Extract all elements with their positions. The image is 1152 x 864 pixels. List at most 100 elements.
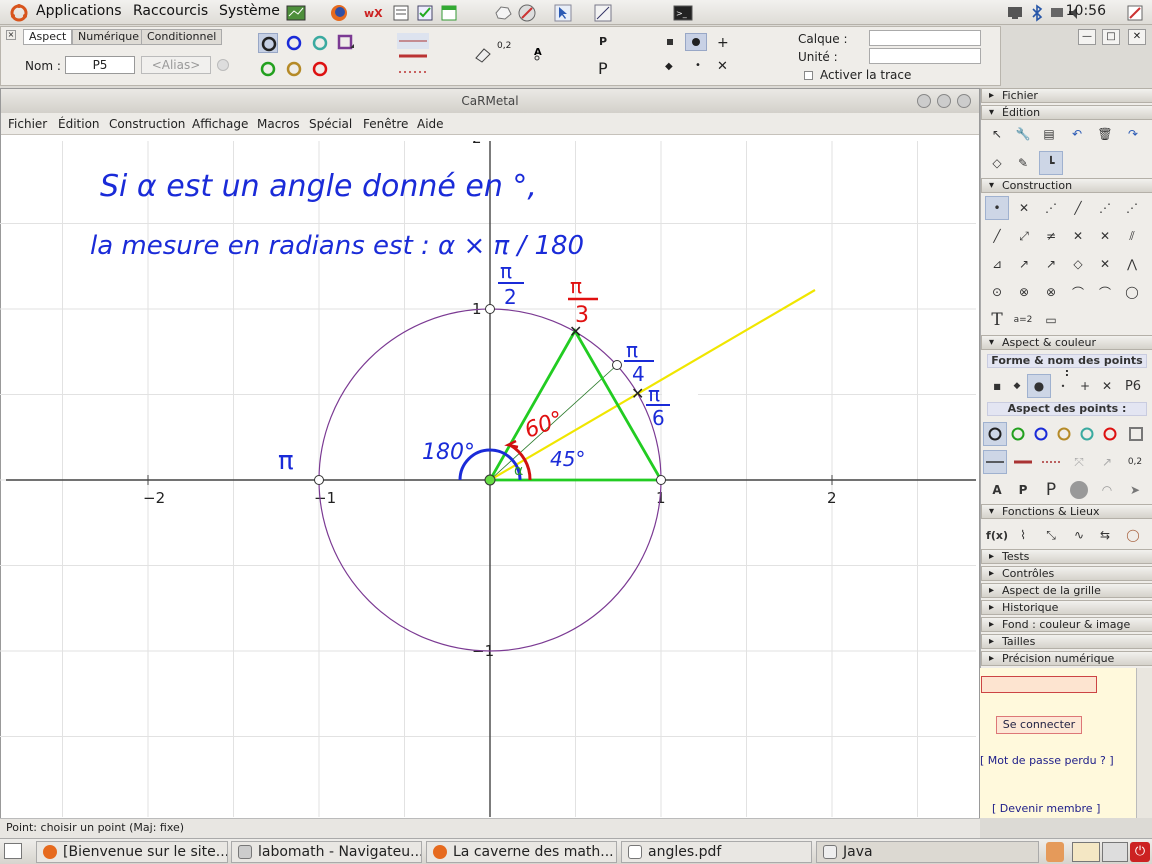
workspace-switcher[interactable] xyxy=(1072,842,1100,862)
aspect-arc-icon[interactable]: ◠ xyxy=(1095,478,1119,502)
network-icon[interactable] xyxy=(492,2,514,23)
section-edition[interactable]: Édition xyxy=(981,105,1152,120)
construction-tool-icon[interactable]: ◯ xyxy=(1120,280,1144,304)
point-square-icon[interactable] xyxy=(667,39,673,45)
name-field[interactable]: P5 xyxy=(65,56,135,74)
construction-tool-icon[interactable]: ◇ xyxy=(1066,252,1090,276)
display-icon[interactable] xyxy=(1004,2,1026,23)
construction-tool-icon[interactable]: ╱ xyxy=(985,224,1009,248)
aspect-color-green[interactable] xyxy=(1006,422,1030,446)
trace-checkbox[interactable] xyxy=(804,71,813,80)
unite-field[interactable] xyxy=(869,48,981,64)
menu-fichier[interactable]: Fichier xyxy=(8,117,47,131)
delete-icon[interactable]: 🗑 xyxy=(1093,122,1117,146)
point-one[interactable] xyxy=(656,475,666,485)
point-name-sample[interactable]: P6 xyxy=(1121,374,1145,398)
function-tool-icon[interactable]: f(x) xyxy=(985,523,1009,547)
trash-icon[interactable] xyxy=(1046,842,1064,862)
window-maximize-button[interactable] xyxy=(937,94,951,108)
construction-tool-icon[interactable]: ≠ xyxy=(1039,224,1063,248)
taskbar-item-caverne[interactable]: La caverne des math... xyxy=(426,841,617,863)
terminal-icon[interactable]: >_ xyxy=(672,2,694,23)
applications-menu[interactable]: Applications xyxy=(36,3,122,19)
ubuntu-logo-icon[interactable] xyxy=(8,2,30,23)
window-close-button[interactable] xyxy=(957,94,971,108)
parametric-tool-icon[interactable]: ⇆ xyxy=(1093,523,1117,547)
color-black[interactable] xyxy=(258,33,278,53)
menu-construction[interactable]: Construction xyxy=(109,117,185,131)
construction-tool-icon[interactable]: ⌒ xyxy=(1093,280,1117,304)
edit-tool-icon[interactable]: ✎ xyxy=(1011,151,1035,175)
aspect-arrow-icon[interactable]: ⤧ xyxy=(1067,450,1091,474)
point-pi4[interactable] xyxy=(612,360,622,370)
construction-tool-icon[interactable]: ⫽ xyxy=(1120,224,1144,248)
construction-tool-icon[interactable]: ✕ xyxy=(1066,224,1090,248)
scrollbar[interactable] xyxy=(1136,668,1152,818)
taskbar-item-angles-pdf[interactable]: angles.pdf xyxy=(621,841,812,863)
point-label-large[interactable]: P xyxy=(598,59,608,78)
wrench-icon[interactable]: 🔧 xyxy=(1011,122,1035,146)
construction-tool-icon[interactable]: ⊗ xyxy=(1039,280,1063,304)
point-dot-icon[interactable]: • xyxy=(695,60,701,71)
menu-fenetre[interactable]: Fenêtre xyxy=(363,117,408,131)
slider-tool-icon[interactable]: ▭ xyxy=(1039,308,1063,332)
section-historique[interactable]: Historique xyxy=(981,600,1152,615)
section-precision[interactable]: Précision numérique xyxy=(981,651,1152,666)
system-monitor-icon[interactable] xyxy=(285,2,307,23)
point-top[interactable] xyxy=(485,304,495,314)
menu-affichage[interactable]: Affichage xyxy=(192,117,248,131)
construction-tool-icon[interactable]: ⊗ xyxy=(1012,280,1036,304)
line-dotted-icon[interactable] xyxy=(397,65,429,82)
show-desktop-icon[interactable] xyxy=(4,843,22,859)
undo-icon[interactable]: ↶ xyxy=(1065,122,1089,146)
section-aspect-couleur[interactable]: Aspect & couleur xyxy=(981,335,1152,350)
section-grille[interactable]: Aspect de la grille xyxy=(981,583,1152,598)
close-icon[interactable]: × xyxy=(6,30,16,40)
aspect-precision-icon[interactable]: 0,2 xyxy=(1123,450,1147,474)
section-controles[interactable]: Contrôles xyxy=(981,566,1152,581)
film-icon[interactable]: ▤ xyxy=(1037,122,1061,146)
point-diamond-icon[interactable]: ◆ xyxy=(665,61,673,72)
construction-tool-icon[interactable]: ⊙ xyxy=(985,280,1009,304)
tab-conditionnel[interactable]: Conditionnel xyxy=(141,29,223,45)
construction-tool-icon[interactable]: ⋀ xyxy=(1120,252,1144,276)
aspect-filled-icon[interactable] xyxy=(1067,478,1091,502)
color-teal[interactable] xyxy=(310,33,330,56)
alias-toggle[interactable] xyxy=(217,59,229,71)
line-thin-icon[interactable] xyxy=(397,33,429,49)
construction-tool-icon[interactable]: ╱ xyxy=(1066,196,1090,220)
construction-tool-icon[interactable]: ⋰ xyxy=(1120,196,1144,220)
aspect-color-red[interactable] xyxy=(1098,422,1122,446)
alias-field[interactable]: <Alias> xyxy=(141,56,211,74)
window-titlebar[interactable]: CaRMetal xyxy=(1,89,979,113)
window-minimize-button[interactable] xyxy=(917,94,931,108)
shape-dot-icon[interactable]: • xyxy=(1051,374,1075,398)
implicit-tool-icon[interactable]: ◯ xyxy=(1121,523,1145,547)
construction-tool-icon[interactable]: ✕ xyxy=(1012,196,1036,220)
section-fichier[interactable]: Fichier xyxy=(981,88,1152,103)
assign-tool-icon[interactable]: a=2 xyxy=(1011,308,1035,332)
spreadsheet-icon[interactable] xyxy=(438,2,460,23)
aspect-pin-icon[interactable]: ➤ xyxy=(1123,478,1147,502)
point-circle-icon[interactable] xyxy=(685,33,707,51)
color-picker[interactable] xyxy=(336,33,356,56)
systeme-menu[interactable]: Système xyxy=(219,3,280,19)
color-brown[interactable] xyxy=(284,59,304,82)
construction-tool-icon[interactable]: ↗ xyxy=(1039,252,1063,276)
aspect-show-name-icon[interactable]: A xyxy=(985,478,1009,502)
aspect-label-small-icon[interactable]: P xyxy=(1011,478,1035,502)
aspect-color-brown[interactable] xyxy=(1052,422,1076,446)
show-name-icon[interactable]: A xyxy=(533,45,547,64)
workspace-2[interactable] xyxy=(1102,842,1128,862)
aspect-color-blue[interactable] xyxy=(1029,422,1053,446)
aspect-line-thick[interactable] xyxy=(1011,450,1035,474)
point-pi6-cross[interactable]: ✕ xyxy=(631,384,644,403)
construction-tool-icon[interactable]: ✕ xyxy=(1093,224,1117,248)
construction-tool-icon[interactable]: ↗ xyxy=(1012,252,1036,276)
section-tailles[interactable]: Tailles xyxy=(981,634,1152,649)
section-fonctions[interactable]: Fonctions & Lieux xyxy=(981,504,1152,519)
color-red[interactable] xyxy=(310,59,330,82)
taskbar-item-bienvenue[interactable]: [Bienvenue sur le site... xyxy=(36,841,228,863)
shape-cross-icon[interactable]: + xyxy=(1073,374,1097,398)
section-fond[interactable]: Fond : couleur & image xyxy=(981,617,1152,632)
